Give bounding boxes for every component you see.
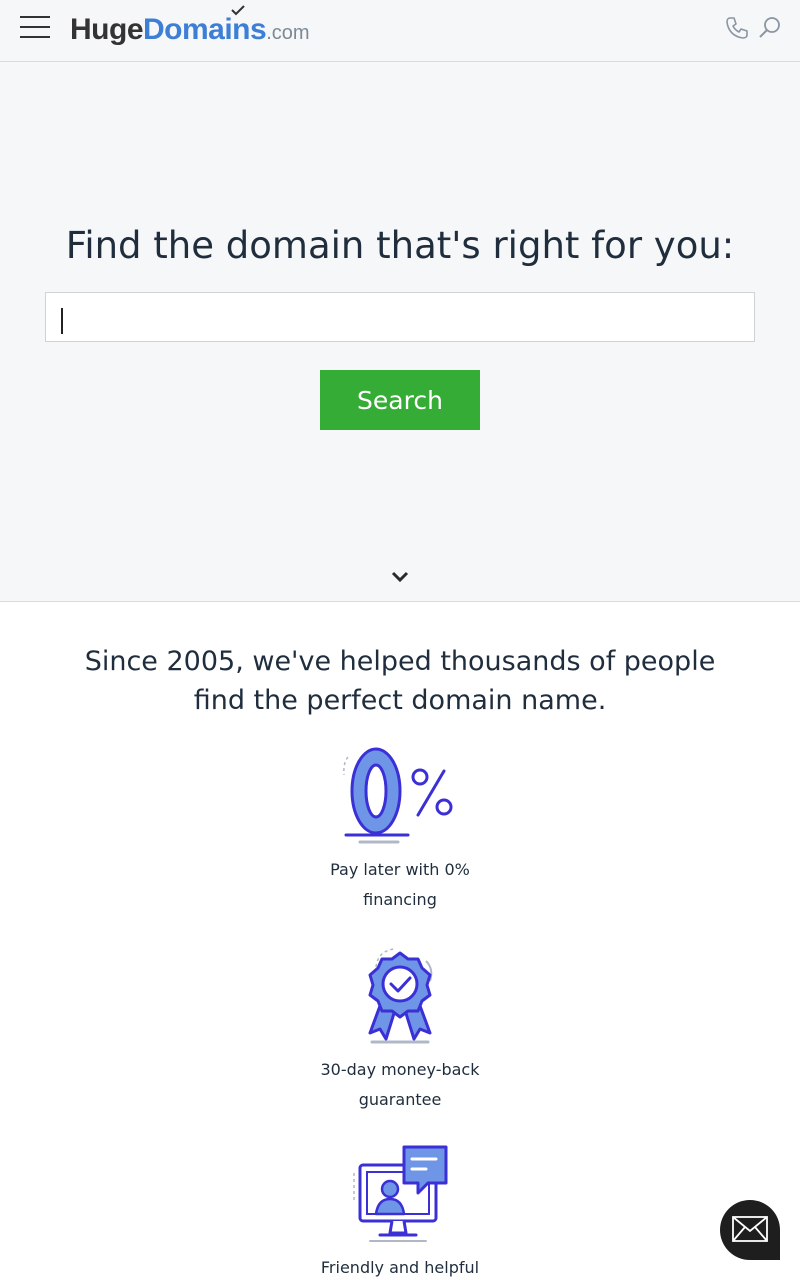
site-header: HugeDomains.com	[0, 0, 800, 62]
award-ribbon-icon	[368, 948, 433, 1044]
chevron-down-icon[interactable]	[390, 570, 410, 584]
intro-text: Since 2005, we've helped thousands of pe…	[60, 642, 740, 720]
feature-support-line-1: Friendly and helpful	[320, 1258, 480, 1277]
feature-financing: Pay later with 0% financing	[300, 745, 500, 915]
hero-title: Find the domain that's right for you:	[65, 224, 735, 267]
support-chat-monitor-icon	[353, 1145, 448, 1242]
feature-financing-label: Pay later with 0% financing	[300, 855, 500, 915]
feature-guarantee: 30-day money-back guarantee	[300, 945, 500, 1115]
envelope-icon	[732, 1216, 768, 1242]
search-icon[interactable]	[757, 15, 783, 41]
logo-check-icon	[231, 5, 245, 16]
feature-guarantee-line-1: 30-day money-back	[320, 1060, 480, 1079]
phone-icon[interactable]	[724, 15, 750, 41]
hamburger-menu-icon[interactable]	[18, 14, 52, 42]
text-caret	[61, 308, 63, 334]
logo-text-com: .com	[266, 22, 310, 44]
intro-line-1: Since 2005, we've helped thousands of pe…	[84, 646, 716, 677]
intro-line-2: find the perfect domain name.	[193, 685, 607, 716]
feature-support: Friendly and helpful	[300, 1143, 500, 1280]
zero-percent-icon	[343, 747, 453, 844]
feature-financing-line-1: Pay later with 0%	[330, 860, 470, 879]
domain-search-input[interactable]	[45, 292, 755, 342]
logo-text-huge: Huge	[70, 13, 144, 46]
feature-support-label: Friendly and helpful	[300, 1253, 500, 1280]
feature-guarantee-label: 30-day money-back guarantee	[300, 1055, 500, 1115]
hero-section: Find the domain that's right for you: Se…	[0, 62, 800, 602]
feature-guarantee-line-2: guarantee	[358, 1090, 442, 1109]
feature-financing-line-2: financing	[363, 890, 437, 909]
contact-mail-button[interactable]	[720, 1200, 780, 1260]
search-button[interactable]: Search	[320, 370, 480, 430]
logo-text-domains: Domains	[143, 13, 267, 46]
logo[interactable]: HugeDomains.com	[70, 5, 310, 50]
